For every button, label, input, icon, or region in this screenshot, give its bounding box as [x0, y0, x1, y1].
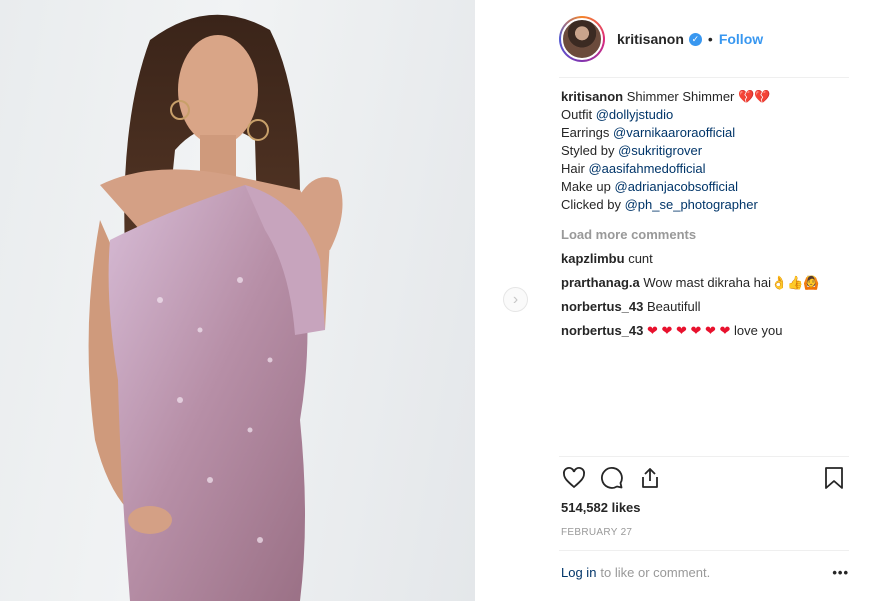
caption-prefix: Clicked by: [561, 197, 621, 212]
caption-prefix: Make up: [561, 179, 611, 194]
comment-hearts: ❤ ❤ ❤ ❤ ❤ ❤: [647, 323, 731, 338]
share-icon[interactable]: [635, 463, 665, 493]
avatar-story-ring[interactable]: [559, 16, 605, 62]
mention-link[interactable]: @ph_se_photographer: [625, 197, 758, 212]
post-side-panel: kritisanon ✓ • Follow kritisanon Shimmer…: [475, 0, 875, 601]
post-header: kritisanon ✓ • Follow: [559, 16, 849, 62]
caption-line: Hair @aasifahmedofficial: [561, 160, 851, 178]
comment-username[interactable]: norbertus_43: [561, 299, 643, 314]
avatar: [561, 18, 603, 60]
bookmark-icon[interactable]: [819, 463, 849, 493]
caption-line: Earrings @varnikaaroraofficial: [561, 124, 851, 142]
caption-line: Clicked by @ph_se_photographer: [561, 196, 851, 214]
caption-emojis: 💔💔: [738, 89, 771, 104]
follow-button[interactable]: Follow: [719, 31, 763, 47]
caption-username[interactable]: kritisanon: [561, 89, 623, 104]
login-prompt-text: to like or comment.: [600, 565, 711, 580]
caption-prefix: Styled by: [561, 143, 615, 158]
comments-section: kritisanon Shimmer Shimmer 💔💔 Outfit @do…: [561, 88, 851, 340]
comment-username[interactable]: kapzlimbu: [561, 251, 625, 266]
comment-username[interactable]: norbertus_43: [561, 323, 643, 338]
caption-text: Shimmer Shimmer: [626, 89, 735, 104]
comment-username[interactable]: prarthanag.a: [561, 275, 640, 290]
comment-text: Wow mast dikraha hai👌👍🙆: [643, 275, 820, 290]
mention-link[interactable]: @sukritigrover: [618, 143, 702, 158]
mention-link[interactable]: @varnikaaroraofficial: [613, 125, 735, 140]
caption-prefix: Earrings: [561, 125, 610, 140]
load-more-comments-button[interactable]: Load more comments: [561, 226, 851, 244]
comment-item: norbertus_43 Beautifull: [561, 298, 851, 316]
mention-link[interactable]: @aasifahmedofficial: [588, 161, 705, 176]
more-options-button[interactable]: •••: [832, 565, 849, 580]
comment-text: cunt: [628, 251, 653, 266]
comment-text: Beautifull: [647, 299, 701, 314]
comment-item: prarthanag.a Wow mast dikraha hai👌👍🙆: [561, 274, 851, 292]
caption-prefix: Hair: [561, 161, 585, 176]
actions-divider: [559, 456, 849, 457]
caption-first-line: kritisanon Shimmer Shimmer 💔💔: [561, 88, 851, 106]
mention-link[interactable]: @dollyjstudio: [596, 107, 674, 122]
caption-line: Outfit @dollyjstudio: [561, 106, 851, 124]
post-date[interactable]: FEBRUARY 27: [561, 527, 632, 538]
heart-icon[interactable]: [559, 463, 589, 493]
post-actions: [559, 463, 849, 493]
header-divider: [559, 77, 849, 78]
comment-text: love you: [734, 323, 783, 338]
caption-line: Styled by @sukritigrover: [561, 142, 851, 160]
photo-illustration: [88, 14, 343, 601]
likes-count[interactable]: 514,582 likes: [561, 500, 641, 515]
comment-item: norbertus_43 ❤ ❤ ❤ ❤ ❤ ❤ love you: [561, 322, 851, 340]
post-photo[interactable]: [0, 0, 475, 601]
post-username[interactable]: kritisanon: [617, 31, 684, 47]
caption-line: Make up @adrianjacobsofficial: [561, 178, 851, 196]
header-separator: •: [707, 31, 713, 47]
login-prompt: Log in to like or comment. •••: [561, 565, 849, 580]
comment-icon[interactable]: [597, 463, 627, 493]
verified-badge-icon: ✓: [688, 32, 702, 46]
mention-link[interactable]: @adrianjacobsofficial: [615, 179, 739, 194]
login-divider: [559, 550, 849, 551]
comment-item: kapzlimbu cunt: [561, 250, 851, 268]
caption-prefix: Outfit: [561, 107, 593, 122]
login-link[interactable]: Log in: [561, 565, 596, 580]
